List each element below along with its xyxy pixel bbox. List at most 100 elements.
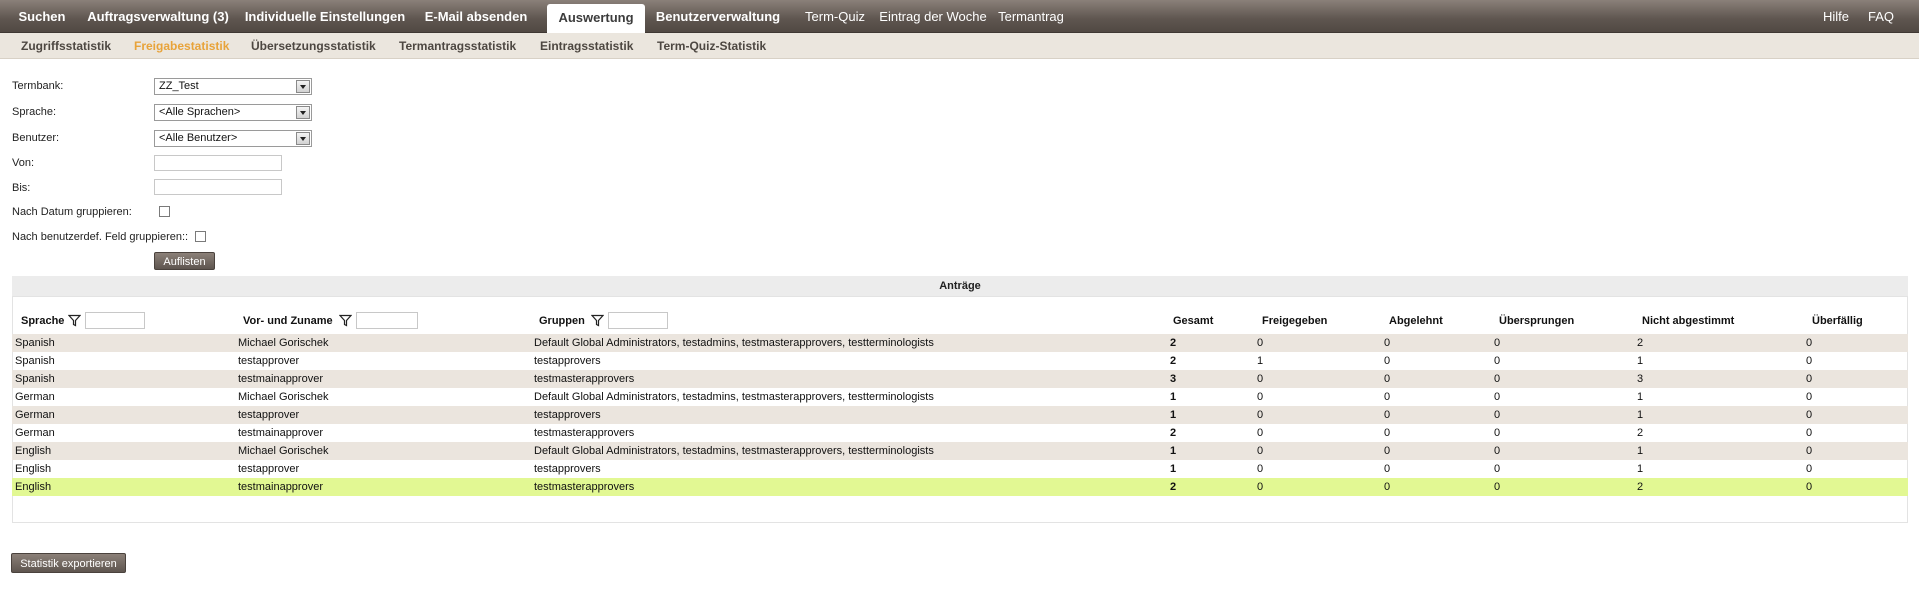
nav-term-quiz[interactable]: Term-Quiz <box>798 0 872 32</box>
table-cell: 1 <box>1170 463 1177 475</box>
table-cell: English <box>15 481 52 493</box>
sprache-filter-input[interactable] <box>85 312 145 329</box>
table-cell: 0 <box>1384 463 1391 475</box>
termbank-select[interactable]: ZZ_Test <box>154 78 312 95</box>
table-cell: German <box>15 391 55 403</box>
table-cell: 0 <box>1494 391 1501 403</box>
table-cell: 1 <box>1170 391 1177 403</box>
table-cell: testmasterapprovers <box>534 481 635 493</box>
nav-hilfe[interactable]: Hilfe <box>1816 0 1856 32</box>
table-cell: 1 <box>1170 445 1177 457</box>
chevron-down-icon <box>296 106 310 119</box>
von-label: Von: <box>12 157 35 169</box>
table-cell: Michael Gorischek <box>238 445 329 457</box>
table-row[interactable]: German Michael Gorischek Default Global Ad… <box>12 388 1908 406</box>
sprache-select[interactable]: <Alle Sprachen> <box>154 104 312 121</box>
subnav-uebersetzungsstatistik[interactable]: Übersetzungsstatistik <box>251 33 376 58</box>
top-navigation: Suchen Auftragsverwaltung (3) Individuel… <box>0 0 1919 33</box>
table-row[interactable]: English testmainapprover testmasterapprove… <box>12 478 1908 496</box>
table-cell: 0 <box>1257 391 1264 403</box>
table-cell: testmasterapprovers <box>534 373 635 385</box>
table-cell: 0 <box>1384 391 1391 403</box>
table-cell: testapprover <box>238 463 300 475</box>
nav-auswertung[interactable]: Auswertung <box>547 4 645 33</box>
nav-individuelle-einstellungen[interactable]: Individuelle Einstellungen <box>244 0 406 32</box>
table-cell: 2 <box>1170 355 1177 367</box>
table-cell: 0 <box>1384 337 1391 349</box>
table-cell: 0 <box>1257 463 1264 475</box>
nav-faq[interactable]: FAQ <box>1864 0 1898 32</box>
col-header-gruppen[interactable]: Gruppen <box>539 315 585 327</box>
auflisten-button[interactable]: Auflisten <box>154 252 215 270</box>
nav-suchen[interactable]: Suchen <box>8 0 76 32</box>
filter-icon[interactable] <box>68 314 81 327</box>
table-cell: 0 <box>1494 445 1501 457</box>
col-header-gesamt[interactable]: Gesamt <box>1173 315 1213 327</box>
benutzer-value: <Alle Benutzer> <box>159 132 238 144</box>
nav-benutzerverwaltung[interactable]: Benutzerverwaltung <box>654 0 782 32</box>
name-filter-input[interactable] <box>356 312 418 329</box>
table-cell: 0 <box>1384 373 1391 385</box>
table-cell: 3 <box>1170 373 1177 385</box>
nav-termantrag[interactable]: Termantrag <box>996 0 1066 32</box>
subnav-termantragsstatistik[interactable]: Termantragsstatistik <box>399 33 516 58</box>
table-cell: testmainapprover <box>238 373 323 385</box>
table-row[interactable]: German testmainapprover testmasterapprover… <box>12 424 1908 442</box>
group-by-custom-field-checkbox[interactable] <box>195 231 206 242</box>
col-header-name[interactable]: Vor- und Zuname <box>243 315 333 327</box>
table-cell: Spanish <box>15 355 55 367</box>
table-cell: 0 <box>1257 373 1264 385</box>
table-cell: 2 <box>1637 481 1644 493</box>
nav-eintrag-der-woche[interactable]: Eintrag der Woche <box>878 0 988 32</box>
table-cell: 0 <box>1257 445 1264 457</box>
col-header-uebersprungen[interactable]: Übersprungen <box>1499 315 1574 327</box>
filter-icon[interactable] <box>339 314 352 327</box>
col-header-ueberfaellig[interactable]: Überfällig <box>1812 315 1863 327</box>
nav-email-absenden[interactable]: E-Mail absenden <box>420 0 532 32</box>
bis-label: Bis: <box>12 182 31 194</box>
table-cell: 2 <box>1170 427 1177 439</box>
subnav-eintragsstatistik[interactable]: Eintragsstatistik <box>540 33 633 58</box>
group-by-date-checkbox[interactable] <box>159 206 170 217</box>
table-cell: 1 <box>1637 391 1644 403</box>
table-row[interactable]: German testapprover testapprovers 1 0 0 0 1 0 <box>12 406 1908 424</box>
table-cell: 1 <box>1637 355 1644 367</box>
table-cell: English <box>15 463 52 475</box>
table-row[interactable]: Spanish testmainapprover testmasterapprove… <box>12 370 1908 388</box>
table-row[interactable]: English testapprover testapprovers 1 0 0 0 1 0 <box>12 460 1908 478</box>
table-cell: 0 <box>1257 481 1264 493</box>
table-cell: 0 <box>1384 427 1391 439</box>
nav-auftragsverwaltung[interactable]: Auftragsverwaltung (3) <box>84 0 232 32</box>
subnav-term-quiz-statistik[interactable]: Term-Quiz-Statistik <box>657 33 766 58</box>
table-row[interactable]: English Michael Gorischek Default Global A… <box>12 442 1908 460</box>
table-row[interactable]: Spanish Michael Gorischek Default Global A… <box>12 334 1908 352</box>
table-cell: 0 <box>1806 355 1813 367</box>
table-cell: 1 <box>1170 409 1177 421</box>
col-header-freigegeben[interactable]: Freigegeben <box>1262 315 1327 327</box>
table-cell: 0 <box>1494 337 1501 349</box>
table-cell: testapprovers <box>534 409 601 421</box>
table-cell: testapprovers <box>534 355 601 367</box>
von-date-input[interactable] <box>154 155 282 171</box>
table-cell: Michael Gorischek <box>238 391 329 403</box>
table-cell: 1 <box>1257 355 1264 367</box>
table-cell: 2 <box>1170 337 1177 349</box>
table-cell: 0 <box>1494 463 1501 475</box>
subnav-freigabestatistik[interactable]: Freigabestatistik <box>134 33 229 58</box>
benutzer-select[interactable]: <Alle Benutzer> <box>154 130 312 147</box>
table-cell: 2 <box>1637 427 1644 439</box>
col-header-abgelehnt[interactable]: Abgelehnt <box>1389 315 1443 327</box>
table-cell: 2 <box>1637 337 1644 349</box>
table-cell: 0 <box>1494 427 1501 439</box>
gruppen-filter-input[interactable] <box>608 312 668 329</box>
table-cell: 0 <box>1806 409 1813 421</box>
subnav-zugriffsstatistik[interactable]: Zugriffsstatistik <box>21 33 111 58</box>
col-header-nicht-abgestimmt[interactable]: Nicht abgestimmt <box>1642 315 1734 327</box>
table-cell: German <box>15 409 55 421</box>
bis-date-input[interactable] <box>154 179 282 195</box>
filter-icon[interactable] <box>591 314 604 327</box>
statistik-exportieren-button[interactable]: Statistik exportieren <box>11 553 126 573</box>
col-header-sprache[interactable]: Sprache <box>21 315 64 327</box>
table-row[interactable]: Spanish testapprover testapprovers 2 1 0 0 1 0 <box>12 352 1908 370</box>
sub-navigation: Zugriffsstatistik Freigabestatistik Über… <box>0 33 1919 59</box>
